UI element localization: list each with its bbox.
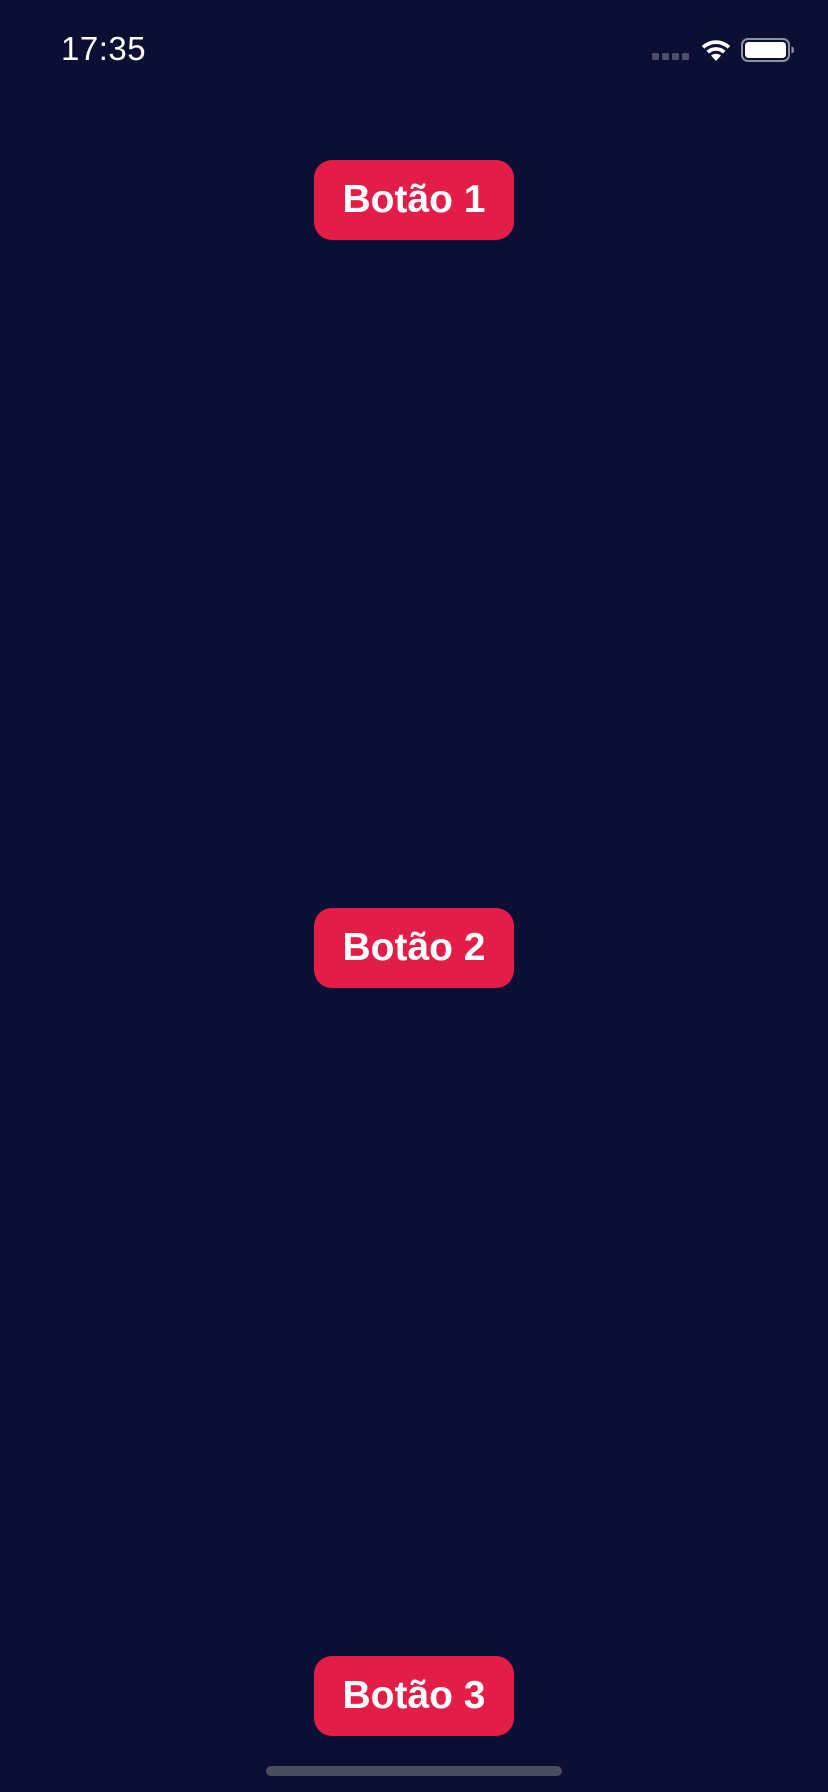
button-1[interactable]: Botão 1 (314, 160, 514, 240)
button-2[interactable]: Botão 2 (314, 908, 514, 988)
wifi-icon (701, 40, 731, 61)
cellular-signal-icon (652, 53, 690, 61)
home-indicator[interactable] (266, 1766, 562, 1776)
status-time: 17:35 (61, 30, 147, 67)
status-bar: 17:35 (0, 0, 828, 100)
button-3[interactable]: Botão 3 (314, 1656, 514, 1736)
battery-icon (741, 38, 794, 62)
